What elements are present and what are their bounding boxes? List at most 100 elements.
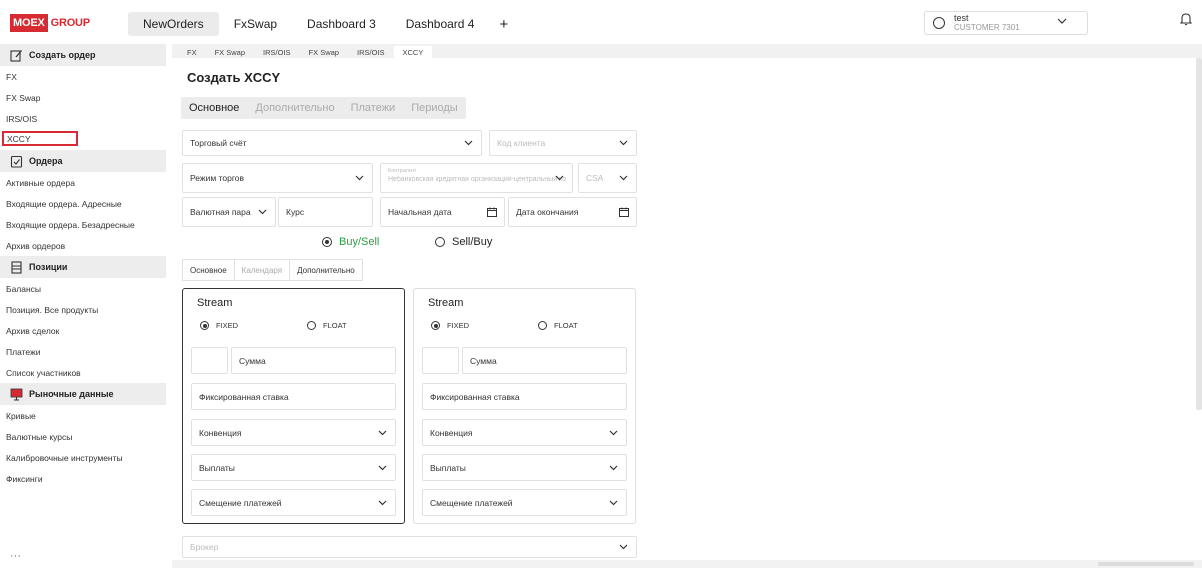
horizontal-scrollbar[interactable] <box>172 560 1202 568</box>
inner-tab-main[interactable]: Основное <box>183 260 235 280</box>
add-tab-button[interactable]: + <box>489 12 518 36</box>
sidebar-item-position-all[interactable]: Позиция. Все продукты <box>0 299 166 320</box>
inner-tab-additional[interactable]: Дополнительно <box>290 260 362 280</box>
sidebar-item-active-orders[interactable]: Активные ордера <box>0 172 166 193</box>
account-select[interactable]: Торговый счёт <box>182 130 482 156</box>
logo-part1: MOEX <box>10 14 48 32</box>
vertical-scrollbar[interactable] <box>1196 58 1202 410</box>
buy-sell-radio[interactable]: Buy/Sell <box>322 236 379 248</box>
subtab-fx-swap[interactable]: FX Swap <box>206 46 254 59</box>
buy-sell-label: Buy/Sell <box>339 236 380 248</box>
client-code-label: Код клиента <box>497 138 546 148</box>
user-icon <box>933 17 945 29</box>
sidebar-item-incoming-anonymous[interactable]: Входящие ордера. Безадресные <box>0 214 166 235</box>
more-button[interactable]: ··· <box>10 550 21 562</box>
tab-fxswap[interactable]: FxSwap <box>219 12 292 36</box>
stream-title: Stream <box>197 297 233 309</box>
section-positions[interactable]: Позиции <box>0 256 166 278</box>
convention-select[interactable]: Конвенция <box>422 419 627 446</box>
sidebar-item-incoming-address[interactable]: Входящие ордера. Адресные <box>0 193 166 214</box>
top-bar: MOEX GROUP NewOrders FxSwap Dashboard 3 … <box>0 0 1202 44</box>
float-label: FLOAT <box>554 321 578 330</box>
page-tabs: Основное Дополнительно Платежи Периоды <box>181 97 466 119</box>
chart-board-icon <box>10 388 23 401</box>
client-code-select[interactable]: Код клиента <box>489 130 637 156</box>
bell-icon[interactable] <box>1180 12 1192 26</box>
sidebar-item-xccy[interactable]: XCCY <box>2 131 78 146</box>
radio-selected-icon <box>200 321 209 330</box>
subtab-irs-ois-2[interactable]: IRS/OIS <box>348 46 394 59</box>
radio-selected-icon <box>322 237 332 247</box>
currency-pair-label: Валютная пара <box>190 207 251 217</box>
fixed-radio[interactable]: FIXED <box>431 321 469 330</box>
fixed-rate-input[interactable]: Фиксированная ставка <box>191 383 396 410</box>
radio-empty-icon <box>435 237 445 247</box>
fixed-rate-input[interactable]: Фиксированная ставка <box>422 383 627 410</box>
moex-logo[interactable]: MOEX GROUP <box>10 14 90 32</box>
tab-dashboard-3[interactable]: Dashboard 3 <box>292 12 391 36</box>
calendar-icon[interactable] <box>619 207 629 217</box>
logo-part2: GROUP <box>50 17 91 29</box>
rate-input[interactable]: Курс <box>278 197 373 227</box>
amount-input[interactable]: Сумма <box>462 347 627 374</box>
csa-select[interactable]: CSA <box>578 163 637 193</box>
sidebar-item-fixings[interactable]: Фиксинги <box>0 468 166 489</box>
payment-shift-select[interactable]: Смещение платежей <box>422 489 627 516</box>
sidebar-item-irs-ois[interactable]: IRS/OIS <box>0 108 166 129</box>
sidebar-item-order-archive[interactable]: Архив ордеров <box>0 235 166 256</box>
sidebar-item-fx-swap[interactable]: FX Swap <box>0 87 166 108</box>
sidebar-item-calibration[interactable]: Калибровочные инструменты <box>0 447 166 468</box>
amount-input[interactable]: Сумма <box>231 347 396 374</box>
counterparty-select[interactable]: Контрагент Небанковская кредитная органи… <box>380 163 573 193</box>
scrollbar-thumb[interactable] <box>1098 562 1194 566</box>
section-orders[interactable]: Ордера <box>0 150 166 172</box>
tab-periods[interactable]: Периоды <box>403 97 466 119</box>
currency-pair-select[interactable]: Валютная пара <box>182 197 276 227</box>
convention-select[interactable]: Конвенция <box>191 419 396 446</box>
sell-buy-label: Sell/Buy <box>452 236 493 248</box>
payments-select[interactable]: Выплаты <box>191 454 396 481</box>
trade-mode-select[interactable]: Режим торгов <box>182 163 373 193</box>
sell-buy-radio[interactable]: Sell/Buy <box>435 236 492 248</box>
subtab-irs-ois[interactable]: IRS/OIS <box>254 46 300 59</box>
start-date-input[interactable]: Начальная дата <box>380 197 505 227</box>
calendar-icon[interactable] <box>487 207 497 217</box>
tab-dashboard-4[interactable]: Dashboard 4 <box>391 12 490 36</box>
currency-input[interactable] <box>422 347 459 374</box>
user-selector[interactable]: test CUSTOMER 7301 <box>924 11 1088 35</box>
broker-select[interactable]: Брокер <box>182 536 637 558</box>
subtab-xccy[interactable]: XCCY <box>393 46 433 59</box>
sidebar-item-balances[interactable]: Балансы <box>0 278 166 299</box>
payment-shift-select[interactable]: Смещение платежей <box>191 489 396 516</box>
tab-payments[interactable]: Платежи <box>343 97 404 119</box>
tab-main[interactable]: Основное <box>181 97 248 119</box>
sidebar-item-deal-archive[interactable]: Архив сделок <box>0 320 166 341</box>
tab-additional[interactable]: Дополнительно <box>247 97 342 119</box>
payment-shift-label: Смещение платежей <box>199 497 282 508</box>
sidebar-item-fx[interactable]: FX <box>0 66 166 87</box>
stream-panel-1[interactable]: Stream FIXED FLOAT Сумма Фиксированная с… <box>182 288 405 524</box>
tab-neworders[interactable]: NewOrders <box>128 12 219 36</box>
fixed-radio[interactable]: FIXED <box>200 321 238 330</box>
subtab-fx[interactable]: FX <box>178 46 206 59</box>
sidebar-item-curves[interactable]: Кривые <box>0 405 166 426</box>
payments-label: Выплаты <box>430 462 466 473</box>
stream-title: Stream <box>428 297 464 309</box>
subtab-fx-swap-2[interactable]: FX Swap <box>300 46 348 59</box>
fixed-label: FIXED <box>216 321 239 330</box>
payments-select[interactable]: Выплаты <box>422 454 627 481</box>
inner-tab-calendars[interactable]: Календаря <box>235 260 291 280</box>
stream-panel-2[interactable]: Stream FIXED FLOAT Сумма Фиксированная с… <box>413 288 636 524</box>
end-date-input[interactable]: Дата окончания <box>508 197 637 227</box>
sidebar-item-participants[interactable]: Список участников <box>0 362 166 383</box>
section-market-data[interactable]: Рыночные данные <box>0 383 166 405</box>
currency-input[interactable] <box>191 347 228 374</box>
chevron-down-icon <box>1057 18 1067 24</box>
float-radio[interactable]: FLOAT <box>538 321 578 330</box>
section-create-order[interactable]: Создать ордер <box>0 44 166 66</box>
sidebar-item-payments[interactable]: Платежи <box>0 341 166 362</box>
start-date-label: Начальная дата <box>388 207 452 217</box>
chevron-down-icon <box>378 500 387 505</box>
sidebar-item-fx-rates[interactable]: Валютные курсы <box>0 426 166 447</box>
float-radio[interactable]: FLOAT <box>307 321 347 330</box>
